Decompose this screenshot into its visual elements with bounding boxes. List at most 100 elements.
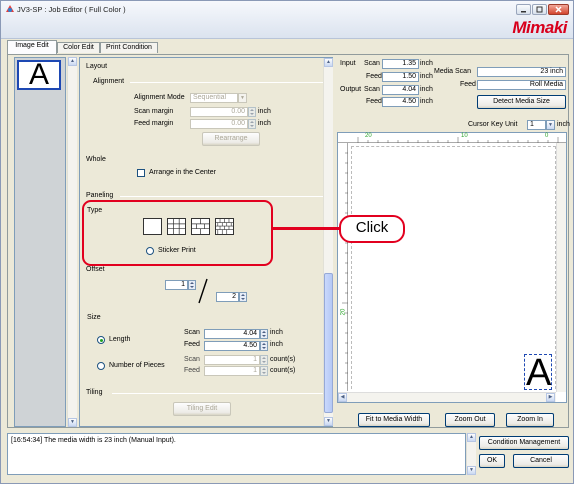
condition-management-button[interactable]: Condition Management <box>479 436 569 450</box>
pieces-feed-unit: count(s) <box>270 367 296 374</box>
length-scan-label: Scan <box>184 329 200 336</box>
status-scrollbar[interactable]: ▲ ▼ <box>466 433 476 475</box>
scroll-down-arrow[interactable]: ▼ <box>467 466 476 475</box>
offset-bottom-spinner[interactable] <box>239 292 247 302</box>
scroll-down-arrow[interactable]: ▼ <box>68 418 77 427</box>
minimize-button[interactable] <box>516 4 531 15</box>
offset-top-spinner[interactable] <box>188 280 196 290</box>
window-title: JV3-SP : Job Editor ( Full Color ) <box>17 5 126 14</box>
scan-margin-unit: inch <box>258 108 271 115</box>
layout-canvas[interactable]: 20 10 0 20 10 A ◀ ▶ <box>337 132 567 403</box>
pieces-feed-spinner[interactable] <box>260 366 268 376</box>
canvas-vscrollbar[interactable] <box>556 143 566 392</box>
tiling-edit-button[interactable]: Tiling Edit <box>173 402 231 416</box>
thumbnail-letter: A <box>29 58 50 91</box>
scroll-up-arrow[interactable]: ▲ <box>467 433 476 442</box>
click-callout: Click <box>339 215 405 243</box>
offset-slash-icon <box>198 278 208 304</box>
thumbnail-scrollbar[interactable]: ▲ ▼ <box>67 57 77 427</box>
arrange-center-checkbox[interactable] <box>137 169 145 177</box>
length-scan-unit: inch <box>270 329 283 336</box>
ruler-label-side-1: 20 <box>340 308 347 316</box>
output-scan-value: 4.04 <box>382 85 419 95</box>
close-icon <box>555 6 562 13</box>
scan-margin-spinner[interactable] <box>248 107 256 117</box>
length-feed-label: Feed <box>184 341 200 348</box>
scan-margin-label: Scan margin <box>134 108 174 115</box>
scroll-up-arrow[interactable]: ▲ <box>68 57 77 66</box>
maximize-button[interactable] <box>532 4 547 15</box>
zoom-in-button[interactable]: Zoom In <box>506 413 554 427</box>
length-feed-input[interactable]: 4.50 <box>204 341 260 351</box>
top-ruler-ticks <box>357 137 559 143</box>
fit-media-width-button[interactable]: Fit to Media Width <box>358 413 430 427</box>
length-radio[interactable] <box>97 336 105 344</box>
title-bar: JV3-SP : Job Editor ( Full Color ) Mimak… <box>1 1 573 39</box>
media-scan-value: 23 inch <box>477 67 566 77</box>
close-button[interactable] <box>548 4 569 15</box>
divider <box>120 196 326 197</box>
pieces-scan-unit: count(s) <box>270 356 296 363</box>
canvas-image[interactable]: A <box>524 353 552 393</box>
scroll-thumb[interactable] <box>324 273 333 413</box>
detect-media-size-button[interactable]: Detect Media Size <box>477 95 566 109</box>
scroll-down-arrow[interactable]: ▼ <box>324 417 333 426</box>
cursor-key-unit-select[interactable]: 1 <box>527 120 546 130</box>
mimaki-logo: Mimaki <box>512 18 567 37</box>
offset-label: Offset <box>86 266 105 273</box>
pieces-scan-spinner[interactable] <box>260 355 268 365</box>
size-label: Size <box>87 314 101 321</box>
offset-top-input[interactable]: 1 <box>165 280 188 290</box>
layout-scrollbar[interactable]: ▲ ▼ <box>323 58 333 426</box>
pieces-scan-input[interactable]: 1 <box>204 355 260 365</box>
alignment-mode-label: Alignment Mode <box>134 94 185 101</box>
zoom-out-button[interactable]: Zoom Out <box>445 413 495 427</box>
thumbnail-item[interactable]: A <box>17 58 61 91</box>
length-feed-unit: inch <box>270 341 283 348</box>
length-scan-input[interactable]: 4.04 <box>204 329 260 339</box>
chevron-down-icon[interactable]: ▼ <box>238 93 247 103</box>
pieces-feed-input[interactable]: 1 <box>204 366 260 376</box>
scroll-up-arrow[interactable]: ▲ <box>324 58 333 67</box>
rearrange-button[interactable]: Rearrange <box>202 132 260 146</box>
offset-bottom-input[interactable]: 2 <box>216 292 239 302</box>
alignment-mode-select[interactable]: Sequential <box>190 93 238 103</box>
pieces-scan-label: Scan <box>184 356 200 363</box>
ruler-label-top-2: 10 <box>461 133 468 139</box>
paneling-heading: Paneling <box>86 192 114 199</box>
feed-margin-spinner[interactable] <box>248 119 256 129</box>
feed-margin-label: Feed margin <box>134 120 174 127</box>
length-scan-spinner[interactable] <box>260 329 268 339</box>
tiling-heading: Tiling <box>86 389 103 396</box>
output-feed-unit: inch <box>420 98 433 105</box>
length-feed-spinner[interactable] <box>260 341 268 351</box>
ruler-label-top-3: 0 <box>545 133 549 139</box>
length-label: Length <box>109 336 131 343</box>
input-feed-label: Feed <box>366 73 382 80</box>
app-icon <box>6 5 14 12</box>
input-scan-label: Scan <box>364 60 380 67</box>
pieces-feed-label: Feed <box>184 367 200 374</box>
input-feed-unit: inch <box>420 73 433 80</box>
tab-color-edit[interactable]: Color Edit <box>57 42 100 53</box>
scroll-left-arrow[interactable]: ◀ <box>338 393 347 402</box>
output-scan-label: Scan <box>364 86 380 93</box>
ok-button[interactable]: OK <box>479 454 505 468</box>
pieces-label: Number of Pieces <box>109 362 165 369</box>
side-ruler: 20 10 <box>338 143 348 391</box>
canvas-hscrollbar[interactable]: ◀ ▶ <box>338 392 556 402</box>
pieces-radio[interactable] <box>97 362 105 370</box>
tab-image-edit[interactable]: Image Edit <box>7 40 57 54</box>
tab-print-condition[interactable]: Print Condition <box>100 42 158 53</box>
scroll-right-arrow[interactable]: ▶ <box>546 393 555 402</box>
scan-margin-input[interactable]: 0.00 <box>190 107 248 117</box>
output-label: Output <box>340 86 362 93</box>
feed-margin-unit: inch <box>258 120 271 127</box>
cancel-button[interactable]: Cancel <box>513 454 569 468</box>
whole-heading: Whole <box>86 156 106 163</box>
layout-heading: Layout <box>86 63 108 70</box>
output-feed-label: Feed <box>366 98 382 105</box>
chevron-down-icon[interactable]: ▼ <box>546 120 555 130</box>
job-editor-window: JV3-SP : Job Editor ( Full Color ) Mimak… <box>0 0 574 484</box>
feed-margin-input[interactable]: 0.00 <box>190 119 248 129</box>
